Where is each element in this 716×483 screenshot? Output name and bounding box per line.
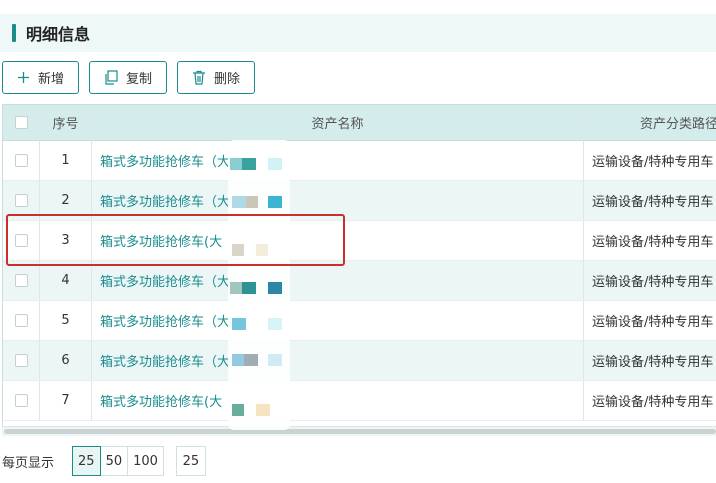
select-all-checkbox[interactable] [14, 116, 28, 129]
plus-icon [17, 71, 30, 84]
pagination-bar: 每页显示 25 50 100 25 [2, 446, 206, 476]
delete-button-label: 删除 [214, 72, 241, 87]
asset-name-link[interactable]: 箱式多功能抢修车(大 [100, 231, 222, 250]
asset-name-link[interactable]: 箱式多功能抢修车（大 [100, 271, 230, 290]
asset-name-link[interactable]: 箱式多功能抢修车（大 [100, 351, 230, 370]
table-header: 序号 资产名称 资产分类路径 [3, 105, 716, 141]
asset-path: 运输设备/特种专用车 [592, 275, 714, 290]
row-checkbox-cell [3, 221, 40, 260]
asset-name-link[interactable]: 箱式多功能抢修车(大 [100, 391, 222, 410]
asset-path: 运输设备/特种专用车 [592, 395, 714, 410]
row-checkbox[interactable] [14, 314, 28, 327]
header-asset-name[interactable]: 资产名称 [92, 105, 584, 140]
horizontal-scrollbar[interactable] [2, 426, 716, 436]
row-index: 3 [40, 221, 92, 260]
row-index: 7 [40, 381, 92, 420]
row-index: 6 [40, 341, 92, 380]
asset-path: 运输设备/特种专用车 [592, 355, 714, 370]
row-checkbox[interactable] [14, 394, 28, 407]
asset-path: 运输设备/特种专用车 [592, 155, 714, 170]
row-index: 5 [40, 301, 92, 340]
row-name-cell: 箱式多功能抢修车（大 [92, 341, 584, 380]
add-button-label: 新增 [38, 72, 65, 87]
row-path-cell: 运输设备/特种专用车 [584, 181, 716, 220]
page-size-option-50[interactable]: 50 [99, 446, 129, 476]
row-index: 1 [40, 141, 92, 180]
row-checkbox[interactable] [14, 354, 28, 367]
row-path-cell: 运输设备/特种专用车 [584, 221, 716, 260]
row-path-cell: 运输设备/特种专用车 [584, 301, 716, 340]
row-index: 4 [40, 261, 92, 300]
table-row[interactable]: 3 箱式多功能抢修车(大 运输设备/特种专用车 [3, 221, 716, 261]
row-checkbox[interactable] [14, 234, 28, 247]
table-row[interactable]: 7 箱式多功能抢修车(大 运输设备/特种专用车 [3, 381, 716, 421]
row-checkbox-cell [3, 181, 40, 220]
row-name-cell: 箱式多功能抢修车(大 [92, 381, 584, 420]
row-name-cell: 箱式多功能抢修车（大 [92, 141, 584, 180]
copy-icon [104, 70, 118, 85]
row-name-cell: 箱式多功能抢修车(大 [92, 221, 584, 260]
row-checkbox-cell [3, 301, 40, 340]
row-path-cell: 运输设备/特种专用车 [584, 141, 716, 180]
detail-table: 序号 资产名称 资产分类路径 1 箱式多功能抢修车（大 运输设备/特种专用车 2… [2, 104, 716, 436]
row-index: 2 [40, 181, 92, 220]
section-header: 明细信息 [0, 14, 716, 52]
page-size-input[interactable]: 25 [175, 446, 206, 476]
header-asset-path[interactable]: 资产分类路径 [584, 105, 716, 140]
page-size-option-25[interactable]: 25 [72, 446, 101, 476]
header-index: 序号 [40, 105, 92, 140]
delete-button[interactable]: 删除 [177, 61, 256, 94]
row-checkbox-cell [3, 261, 40, 300]
asset-path: 运输设备/特种专用车 [592, 235, 714, 250]
table-row[interactable]: 4 箱式多功能抢修车（大 运输设备/特种专用车 [3, 261, 716, 301]
copy-button[interactable]: 复制 [89, 61, 168, 94]
section-accent-bar [12, 24, 16, 42]
asset-path: 运输设备/特种专用车 [592, 195, 714, 210]
table-row[interactable]: 1 箱式多功能抢修车（大 运输设备/特种专用车 [3, 141, 716, 181]
section-title: 明细信息 [26, 25, 91, 44]
page-size-options: 25 50 100 [72, 446, 164, 476]
row-checkbox-cell [3, 381, 40, 420]
page-size-option-100[interactable]: 100 [127, 446, 164, 476]
table-row[interactable]: 2 箱式多功能抢修车（大 运输设备/特种专用车 [3, 181, 716, 221]
asset-name-link[interactable]: 箱式多功能抢修车（大 [100, 191, 230, 210]
row-name-cell: 箱式多功能抢修车（大 [92, 301, 584, 340]
header-checkbox-cell [3, 105, 40, 140]
row-checkbox-cell [3, 141, 40, 180]
copy-button-label: 复制 [126, 72, 153, 87]
asset-name-link[interactable]: 箱式多功能抢修车（大 [100, 151, 230, 170]
row-checkbox[interactable] [14, 154, 28, 167]
page-size-label: 每页显示 [2, 455, 55, 471]
row-name-cell: 箱式多功能抢修车（大 [92, 181, 584, 220]
asset-path: 运输设备/特种专用车 [592, 315, 714, 330]
redaction-mosaic [228, 140, 290, 430]
toolbar: 新增 复制 删除 [2, 61, 256, 94]
asset-name-link[interactable]: 箱式多功能抢修车（大 [100, 311, 230, 330]
row-path-cell: 运输设备/特种专用车 [584, 341, 716, 380]
table-row[interactable]: 6 箱式多功能抢修车（大 运输设备/特种专用车 [3, 341, 716, 381]
row-checkbox-cell [3, 341, 40, 380]
row-path-cell: 运输设备/特种专用车 [584, 261, 716, 300]
row-name-cell: 箱式多功能抢修车（大 [92, 261, 584, 300]
table-row[interactable]: 5 箱式多功能抢修车（大 运输设备/特种专用车 [3, 301, 716, 341]
trash-icon [192, 70, 206, 85]
scrollbar-thumb[interactable] [4, 429, 716, 434]
row-path-cell: 运输设备/特种专用车 [584, 381, 716, 420]
add-button[interactable]: 新增 [2, 61, 80, 94]
row-checkbox[interactable] [14, 194, 28, 207]
row-checkbox[interactable] [14, 274, 28, 287]
